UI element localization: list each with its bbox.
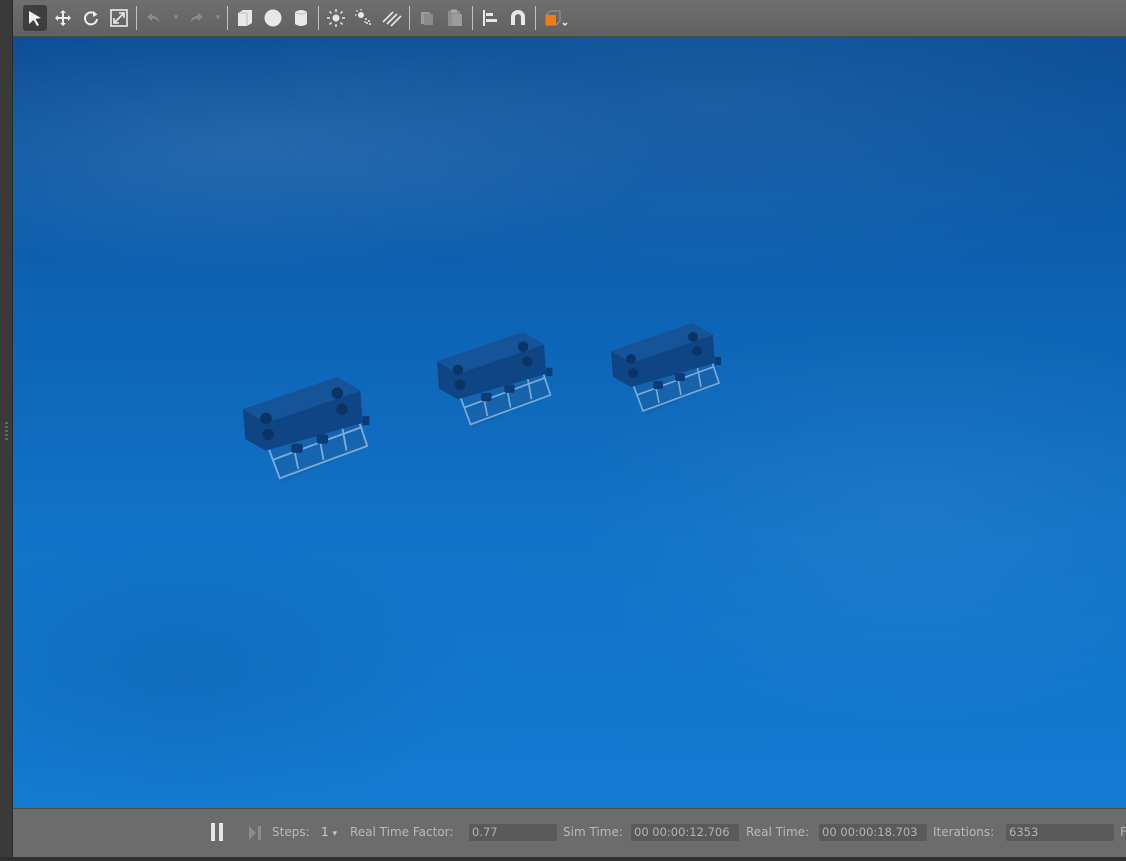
steps-label: Steps: xyxy=(272,825,310,839)
toolbar-separator xyxy=(227,6,228,30)
scale-icon[interactable] xyxy=(107,5,131,31)
rov-model-1[interactable] xyxy=(242,376,371,484)
3d-viewport[interactable] xyxy=(13,37,1126,808)
iterations-label: Iterations: xyxy=(933,825,995,839)
truncated-label: F xyxy=(1120,825,1126,839)
simulation-statusbar: Steps: 1 ▾ Real Time Factor: 0.77 Sim Ti… xyxy=(13,808,1126,858)
left-panel-edge xyxy=(0,0,13,861)
paste-icon[interactable] xyxy=(443,5,467,31)
rov-model-3[interactable] xyxy=(610,322,722,416)
copy-icon[interactable] xyxy=(415,5,439,31)
view-angle-icon[interactable] xyxy=(541,5,571,31)
sim-time-field: 00 00:00:12.706 xyxy=(631,824,739,841)
rotate-icon[interactable] xyxy=(79,5,103,31)
undo-dropdown-icon[interactable]: ▾ xyxy=(170,5,182,31)
directional-light-icon[interactable] xyxy=(380,5,404,31)
window-bottom-edge xyxy=(0,857,1126,861)
sphere-icon[interactable] xyxy=(261,5,285,31)
toolbar: ▾ ▾ xyxy=(13,0,1126,37)
real-time-label: Real Time: xyxy=(746,825,810,839)
translate-icon[interactable] xyxy=(51,5,75,31)
toolbar-separator xyxy=(409,6,410,30)
align-icon[interactable] xyxy=(478,5,502,31)
spot-light-icon[interactable] xyxy=(352,5,376,31)
real-time-field: 00 00:00:18.703 xyxy=(819,824,927,841)
steps-spinner[interactable]: 1 ▾ xyxy=(321,825,337,839)
toolbar-separator xyxy=(535,6,536,30)
real-time-factor-label: Real Time Factor: xyxy=(350,825,454,839)
rov-model-2[interactable] xyxy=(436,331,554,430)
panel-resize-handle[interactable] xyxy=(5,422,8,440)
toolbar-separator xyxy=(318,6,319,30)
redo-icon[interactable] xyxy=(184,5,208,31)
iterations-field: 6353 xyxy=(1006,824,1114,841)
steps-value: 1 xyxy=(321,825,329,839)
cylinder-icon[interactable] xyxy=(289,5,313,31)
step-button[interactable] xyxy=(249,826,263,840)
point-light-icon[interactable] xyxy=(324,5,348,31)
select-arrow-icon[interactable] xyxy=(23,5,47,31)
pause-button[interactable] xyxy=(211,823,225,841)
box-icon[interactable] xyxy=(233,5,257,31)
redo-dropdown-icon[interactable]: ▾ xyxy=(212,5,224,31)
toolbar-separator xyxy=(136,6,137,30)
snap-icon[interactable] xyxy=(506,5,530,31)
chevron-down-icon: ▾ xyxy=(332,829,337,839)
undo-icon[interactable] xyxy=(142,5,166,31)
sim-time-label: Sim Time: xyxy=(563,825,623,839)
toolbar-separator xyxy=(472,6,473,30)
real-time-factor-field: 0.77 xyxy=(469,824,557,841)
